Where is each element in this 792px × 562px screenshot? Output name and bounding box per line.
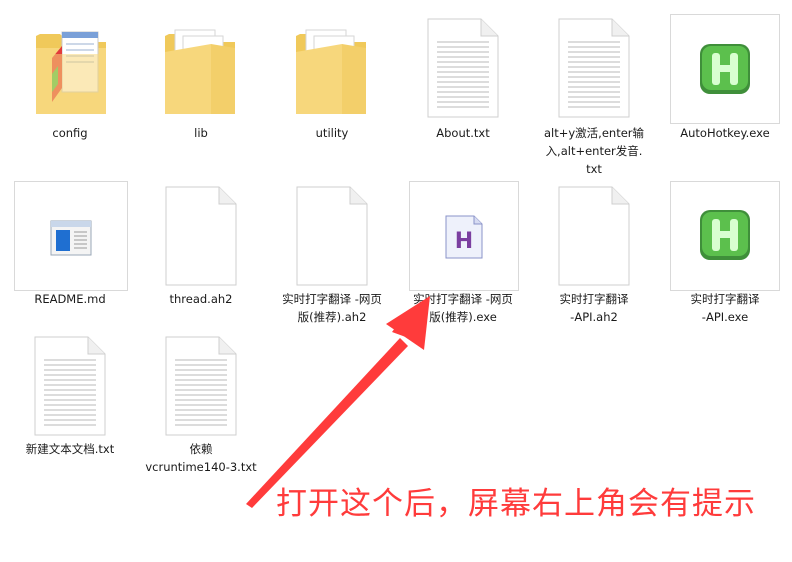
about-txt-icon-area[interactable] (403, 12, 523, 122)
lib-folder-icon-area[interactable] (141, 12, 261, 122)
utility-folder-icon-area[interactable] (272, 12, 392, 122)
file-label: README.md (34, 292, 106, 306)
annotation-text: 打开这个后，屏幕右上角会有提示 (276, 486, 756, 522)
alt-y-txt-icon-area[interactable] (534, 12, 654, 122)
file-label: alt+y激活,enter输 入,alt+enter发音. txt (543, 126, 645, 176)
file-label: lib (194, 126, 208, 140)
blank-file-icon (558, 186, 630, 286)
blank-file-icon (165, 186, 237, 286)
file-label: 新建文本文档.txt (25, 442, 115, 456)
readme-icon-area[interactable] (14, 181, 128, 291)
folder-notepad-icon (36, 31, 106, 114)
new-text-doc-icon-area[interactable] (10, 334, 130, 444)
window-app-icon (50, 220, 92, 256)
api-exe-icon-area[interactable] (670, 181, 780, 291)
web-ah2-icon-area[interactable] (272, 180, 392, 290)
file-label: 依赖 vcruntime140-3.txt (145, 442, 257, 474)
file-label: config (52, 126, 88, 140)
file-label: 实时打字翻译 -API.ah2 (559, 292, 629, 324)
file-label: 实时打字翻译 -API.exe (690, 292, 760, 324)
file-label: 实时打字翻译 -网页 版(推荐).ah2 (282, 292, 382, 324)
vcruntime-txt-icon-area[interactable] (141, 334, 261, 444)
text-file-icon (558, 18, 630, 118)
folder-icon (165, 29, 235, 114)
text-file-icon (165, 336, 237, 436)
web-exe-icon-area[interactable]: H (409, 181, 519, 291)
file-label: utility (315, 126, 349, 140)
svg-text:H: H (455, 229, 473, 254)
folder-icon (296, 29, 366, 114)
file-label: About.txt (436, 126, 490, 140)
text-file-icon (34, 336, 106, 436)
autohotkey-icon (700, 44, 750, 94)
file-label: 实时打字翻译 -网页 版(推荐).exe (413, 292, 513, 324)
file-label: AutoHotkey.exe (680, 126, 770, 140)
api-ah2-icon-area[interactable] (534, 180, 654, 290)
ah-exe-icon: H (445, 215, 483, 259)
autohotkey-exe-icon-area[interactable] (670, 14, 780, 124)
autohotkey-icon (700, 210, 750, 260)
thread-ah2-icon-area[interactable] (141, 180, 261, 290)
text-file-icon (427, 18, 499, 118)
config-folder-icon-area[interactable] (10, 12, 130, 122)
blank-file-icon (296, 186, 368, 286)
file-label: thread.ah2 (169, 292, 233, 306)
